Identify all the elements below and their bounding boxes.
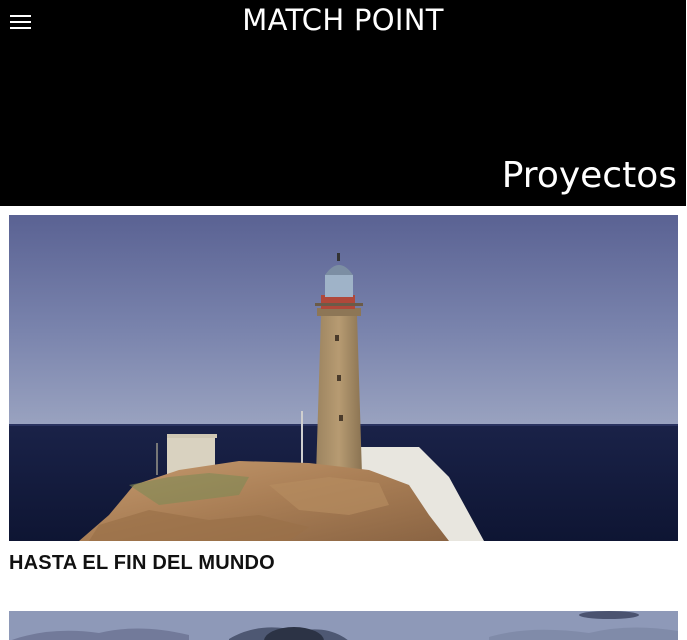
page-title: Proyectos [501, 155, 677, 196]
project-image-sky[interactable] [9, 611, 678, 640]
page: MATCH POINT Proyectos HASTA EL FIN DEL M… [0, 0, 687, 640]
project-image-lighthouse[interactable] [9, 215, 678, 541]
site-title[interactable]: MATCH POINT [0, 3, 686, 37]
project-title[interactable]: HASTA EL FIN DEL MUNDO [9, 552, 275, 575]
site-header: MATCH POINT Proyectos [0, 0, 686, 206]
